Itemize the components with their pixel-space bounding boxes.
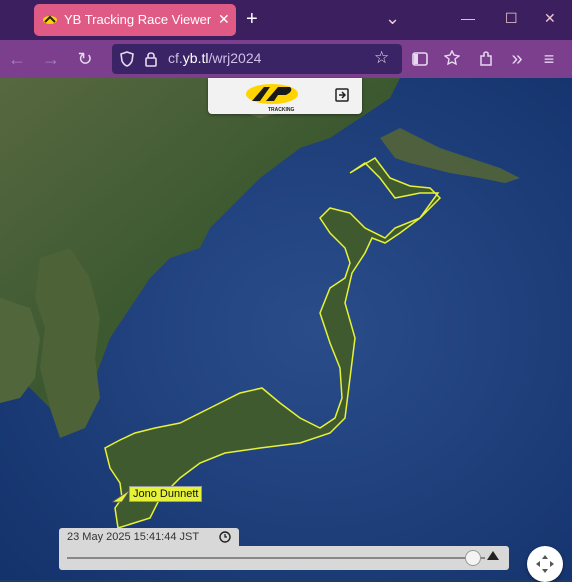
- forward-arrow-icon[interactable]: →: [38, 40, 64, 78]
- pan-control-button[interactable]: [527, 546, 563, 582]
- svg-text:TRACKING: TRACKING: [268, 107, 294, 113]
- play-toggle-icon[interactable]: [487, 551, 499, 560]
- exit-icon[interactable]: [334, 87, 350, 103]
- logo-panel: TRACKING: [208, 78, 362, 114]
- tab-list-chevron-icon[interactable]: ⌄: [385, 8, 400, 29]
- tab-close-icon[interactable]: ✕: [218, 11, 230, 28]
- star-icon[interactable]: ☆: [374, 48, 389, 68]
- move-arrows-icon: [536, 555, 554, 573]
- satellite-map[interactable]: [0, 78, 572, 580]
- close-window-button[interactable]: ✕: [544, 10, 556, 27]
- boat-label[interactable]: Jono Dunnett: [129, 486, 203, 502]
- shield-icon[interactable]: [120, 51, 134, 67]
- minimize-button[interactable]: —: [461, 10, 475, 26]
- browser-toolbar: ← → ↻ cf.yb.tl/wrj2024 ☆ » ≡: [0, 40, 572, 78]
- map-canvas[interactable]: [0, 78, 572, 580]
- browser-titlebar: YB Tracking Race Viewer - Wind ✕ + ⌄ — ☐…: [0, 0, 572, 40]
- maximize-button[interactable]: ☐: [505, 10, 518, 27]
- lock-icon[interactable]: [144, 51, 158, 67]
- pocket-icon[interactable]: [444, 50, 460, 67]
- timeline-slider-panel: [59, 546, 509, 570]
- yb-favicon-icon: [43, 15, 57, 24]
- address-bar[interactable]: cf.yb.tl/wrj2024 ☆: [112, 44, 402, 74]
- clock-icon[interactable]: [219, 531, 231, 543]
- tab-title: YB Tracking Race Viewer - Wind: [64, 12, 214, 27]
- new-tab-button[interactable]: +: [246, 7, 258, 31]
- timestamp-text: 23 May 2025 15:41:44 JST: [67, 531, 200, 543]
- yb-tracking-logo: TRACKING: [246, 84, 298, 113]
- url-text[interactable]: cf.yb.tl/wrj2024: [168, 50, 261, 66]
- sidebar-icon[interactable]: [412, 52, 428, 66]
- timeline-thumb[interactable]: [465, 550, 482, 566]
- browser-tab[interactable]: YB Tracking Race Viewer - Wind ✕: [34, 4, 236, 36]
- overflow-icon[interactable]: »: [504, 40, 530, 78]
- extensions-icon[interactable]: [478, 50, 494, 67]
- timestamp-box: 23 May 2025 15:41:44 JST: [59, 528, 239, 546]
- menu-icon[interactable]: ≡: [536, 40, 562, 78]
- back-arrow-icon[interactable]: ←: [4, 40, 30, 78]
- timeline-track[interactable]: [67, 557, 485, 559]
- reload-icon[interactable]: ↻: [72, 40, 98, 78]
- boat-marker-icon[interactable]: [112, 490, 130, 504]
